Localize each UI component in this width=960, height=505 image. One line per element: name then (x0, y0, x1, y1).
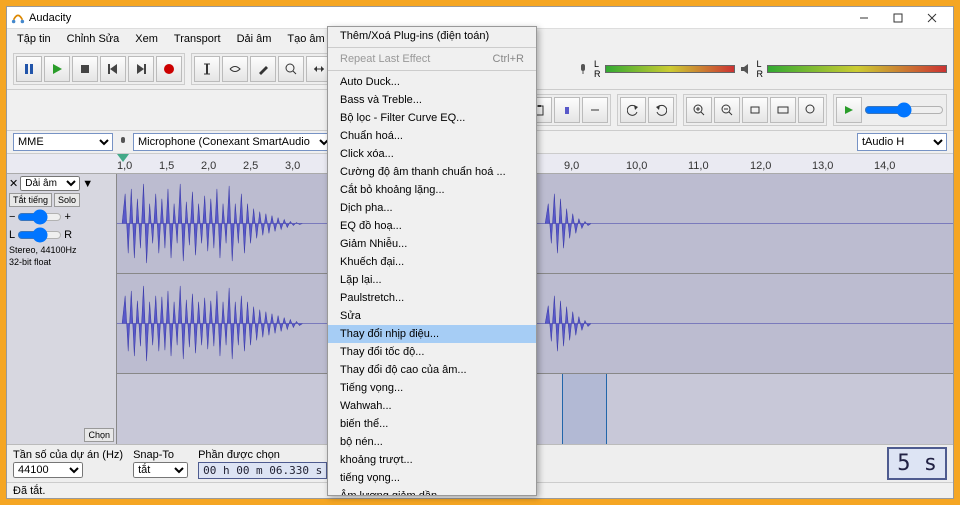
effect-item[interactable]: Âm lượng giảm dần (328, 487, 536, 496)
skip-end-button[interactable] (128, 56, 154, 82)
menu-transport[interactable]: Transport (166, 31, 229, 47)
track-info: Stereo, 44100Hz (9, 245, 114, 255)
skip-start-button[interactable] (100, 56, 126, 82)
play-at-speed-button[interactable] (836, 97, 862, 123)
app-logo-icon (11, 11, 25, 25)
menu-dải-âm[interactable]: Dải âm (229, 31, 280, 47)
mute-button[interactable]: Tắt tiếng (9, 193, 52, 207)
audio-host-select[interactable]: MME (13, 133, 113, 151)
pan-slider[interactable] (17, 227, 62, 243)
redo-button[interactable] (648, 97, 674, 123)
effect-item[interactable]: Lặp lại... (328, 271, 536, 289)
zoom-toggle-button[interactable] (798, 97, 824, 123)
menu-tập-tin[interactable]: Tập tin (9, 31, 59, 47)
effect-item[interactable]: biến thể... (328, 415, 536, 433)
close-button[interactable] (915, 8, 949, 28)
menu-chỉnh-sửa[interactable]: Chỉnh Sửa (59, 31, 128, 47)
undo-button[interactable] (620, 97, 646, 123)
effect-item[interactable]: Thay đổi nhịp điệu... (328, 325, 536, 343)
track-control-panel: ✕Dải âm▼ Tắt tiếngSolo −+ LR Stereo, 441… (7, 174, 117, 444)
zoom-fit-button[interactable] (770, 97, 796, 123)
effect-item[interactable]: Bass và Treble... (328, 91, 536, 109)
track-info2: 32-bit float (9, 257, 114, 267)
playback-meter[interactable] (767, 65, 947, 73)
app-title: Audacity (29, 12, 71, 24)
effect-item[interactable]: Thay đổi tốc độ... (328, 343, 536, 361)
record-meter[interactable] (605, 65, 735, 73)
effect-item[interactable]: Bộ lọc - Filter Curve EQ... (328, 109, 536, 127)
maximize-button[interactable] (881, 8, 915, 28)
effect-item[interactable]: Sửa (328, 307, 536, 325)
effects-menu-dropdown: Thêm/Xoá Plug-ins (điện toán) Repeat Last… (327, 26, 537, 496)
app-window: Audacity Tập tinChỉnh SửaXemTransportDải… (6, 6, 954, 499)
effect-item[interactable]: Thay đổi độ cao của âm... (328, 361, 536, 379)
effect-item: Repeat Last EffectCtrl+R (328, 50, 536, 68)
effect-item[interactable]: EQ đồ hoạ... (328, 217, 536, 235)
effect-item[interactable]: Cắt bỏ khoảng lặng... (328, 181, 536, 199)
effect-item[interactable]: Paulstretch... (328, 289, 536, 307)
project-rate-label: Tần số của dự án (Hz) (13, 449, 123, 461)
minimize-button[interactable] (847, 8, 881, 28)
zoom-in-button[interactable] (686, 97, 712, 123)
effect-item[interactable]: bộ nén... (328, 433, 536, 451)
status-text: Đã tắt. (13, 485, 45, 497)
solo-button[interactable]: Solo (54, 193, 80, 207)
transport-group (13, 53, 185, 85)
gain-slider[interactable] (17, 209, 62, 225)
zoom-tool-button[interactable] (278, 56, 304, 82)
menu-tạo-âm[interactable]: Tạo âm (279, 31, 332, 47)
selection-tool-button[interactable] (194, 56, 220, 82)
envelope-tool-button[interactable] (222, 56, 248, 82)
effect-item[interactable]: Chuẩn hoá... (328, 127, 536, 145)
recording-device-select[interactable]: Microphone (Conexant SmartAudio (133, 133, 333, 151)
trim-button[interactable] (554, 97, 580, 123)
effect-item[interactable]: Dịch pha... (328, 199, 536, 217)
snap-to-label: Snap-To (133, 449, 188, 461)
speaker-icon (739, 62, 753, 76)
effect-item[interactable]: Click xóa... (328, 145, 536, 163)
effect-item[interactable]: Wahwah... (328, 397, 536, 415)
stop-button[interactable] (72, 56, 98, 82)
effect-item[interactable]: Cường độ âm thanh chuẩn hoá ... (328, 163, 536, 181)
pause-button[interactable] (16, 56, 42, 82)
snap-to-select[interactable]: tắt (133, 462, 188, 478)
effect-item[interactable]: Auto Duck... (328, 73, 536, 91)
effect-item[interactable]: tiếng vọng... (328, 469, 536, 487)
mic-icon (576, 62, 590, 76)
silence-button[interactable] (582, 97, 608, 123)
selection-start-time[interactable]: 00 h 00 m 06.330 s (198, 462, 327, 479)
track-collapse-icon[interactable]: ▼ (82, 178, 93, 190)
effect-item[interactable]: khoảng trượt... (328, 451, 536, 469)
project-rate-select[interactable]: 44100 (13, 462, 83, 478)
menu-xem[interactable]: Xem (127, 31, 166, 47)
zoom-out-button[interactable] (714, 97, 740, 123)
draw-tool-button[interactable] (250, 56, 276, 82)
playback-device-select[interactable]: tAudio H (857, 133, 947, 151)
selection-label: Phần được chọn (198, 449, 327, 461)
effect-item[interactable]: Thêm/Xoá Plug-ins (điện toán) (328, 27, 536, 45)
audio-position-display[interactable]: 5 s (887, 447, 947, 480)
play-button[interactable] (44, 56, 70, 82)
playback-speed-slider[interactable] (864, 102, 944, 118)
track-select-button[interactable]: Chọn (84, 428, 114, 442)
track-menu-select[interactable]: Dải âm (20, 176, 80, 191)
zoom-fit-sel-button[interactable] (742, 97, 768, 123)
effect-item[interactable]: Khuếch đại... (328, 253, 536, 271)
effect-item[interactable]: Tiếng vọng... (328, 379, 536, 397)
track-close-icon[interactable]: ✕ (9, 177, 18, 190)
mic-icon (117, 136, 129, 148)
record-button[interactable] (156, 56, 182, 82)
effect-item[interactable]: Giảm Nhiễu... (328, 235, 536, 253)
